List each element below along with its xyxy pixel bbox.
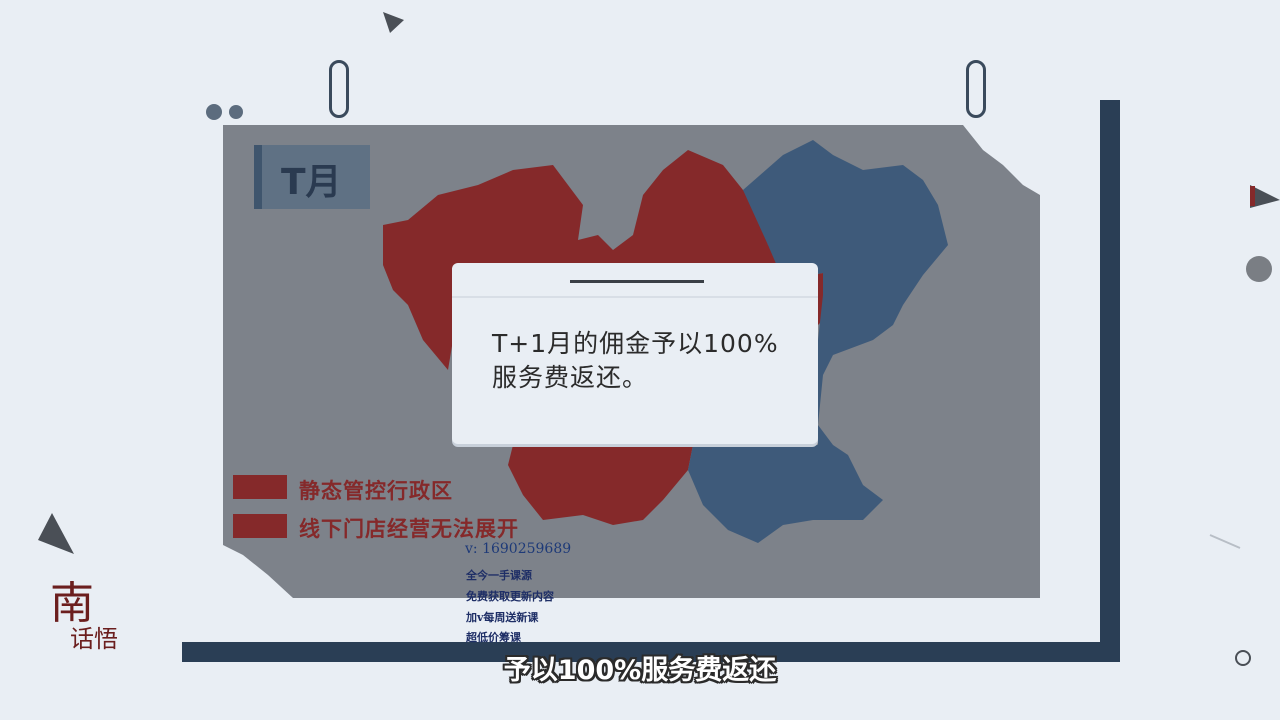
logo-text-sub: 话悟: [70, 625, 118, 653]
map-red-region-south: [508, 445, 693, 525]
triangle-left-icon: [38, 513, 74, 554]
paperclip-left-icon: [329, 60, 349, 118]
paperclip-right-icon: [966, 60, 986, 118]
dot-icon: [206, 104, 222, 120]
logo-text-main: 南: [50, 578, 94, 629]
watermark-line: 全今一手课源: [466, 569, 532, 582]
triangle-top-icon: [383, 12, 404, 33]
legend-swatch-static-control: [233, 475, 287, 499]
watermark-line: 加v每周送新课: [466, 611, 539, 624]
dot-icon: [229, 105, 243, 119]
brand-logo: 南 话悟: [50, 578, 118, 653]
legend-label-offline-stores: 线下门店经营无法展开: [299, 517, 519, 541]
legend-swatch-offline-stores: [233, 514, 287, 538]
frame-right-bar: [1100, 100, 1120, 662]
watermark-line: 超低价筹课: [466, 631, 521, 644]
legend-label-static-control: 静态管控行政区: [299, 479, 453, 503]
watermark-contact: v: 1690259689: [465, 541, 572, 557]
dialog-message: T+1月的佣金予以100%服务费返还。: [492, 329, 779, 392]
video-subtitle: 予以100%服务费返还: [503, 655, 777, 686]
message-dialog: T+1月的佣金予以100%服务费返还。: [452, 263, 818, 444]
circle-icon: [1246, 256, 1272, 282]
ring-icon: [1235, 650, 1251, 666]
dialog-divider: [452, 296, 818, 298]
month-badge-label: T月: [281, 162, 342, 203]
watermark-line: 免费获取更新内容: [466, 590, 554, 603]
dialog-handle: [570, 280, 704, 283]
